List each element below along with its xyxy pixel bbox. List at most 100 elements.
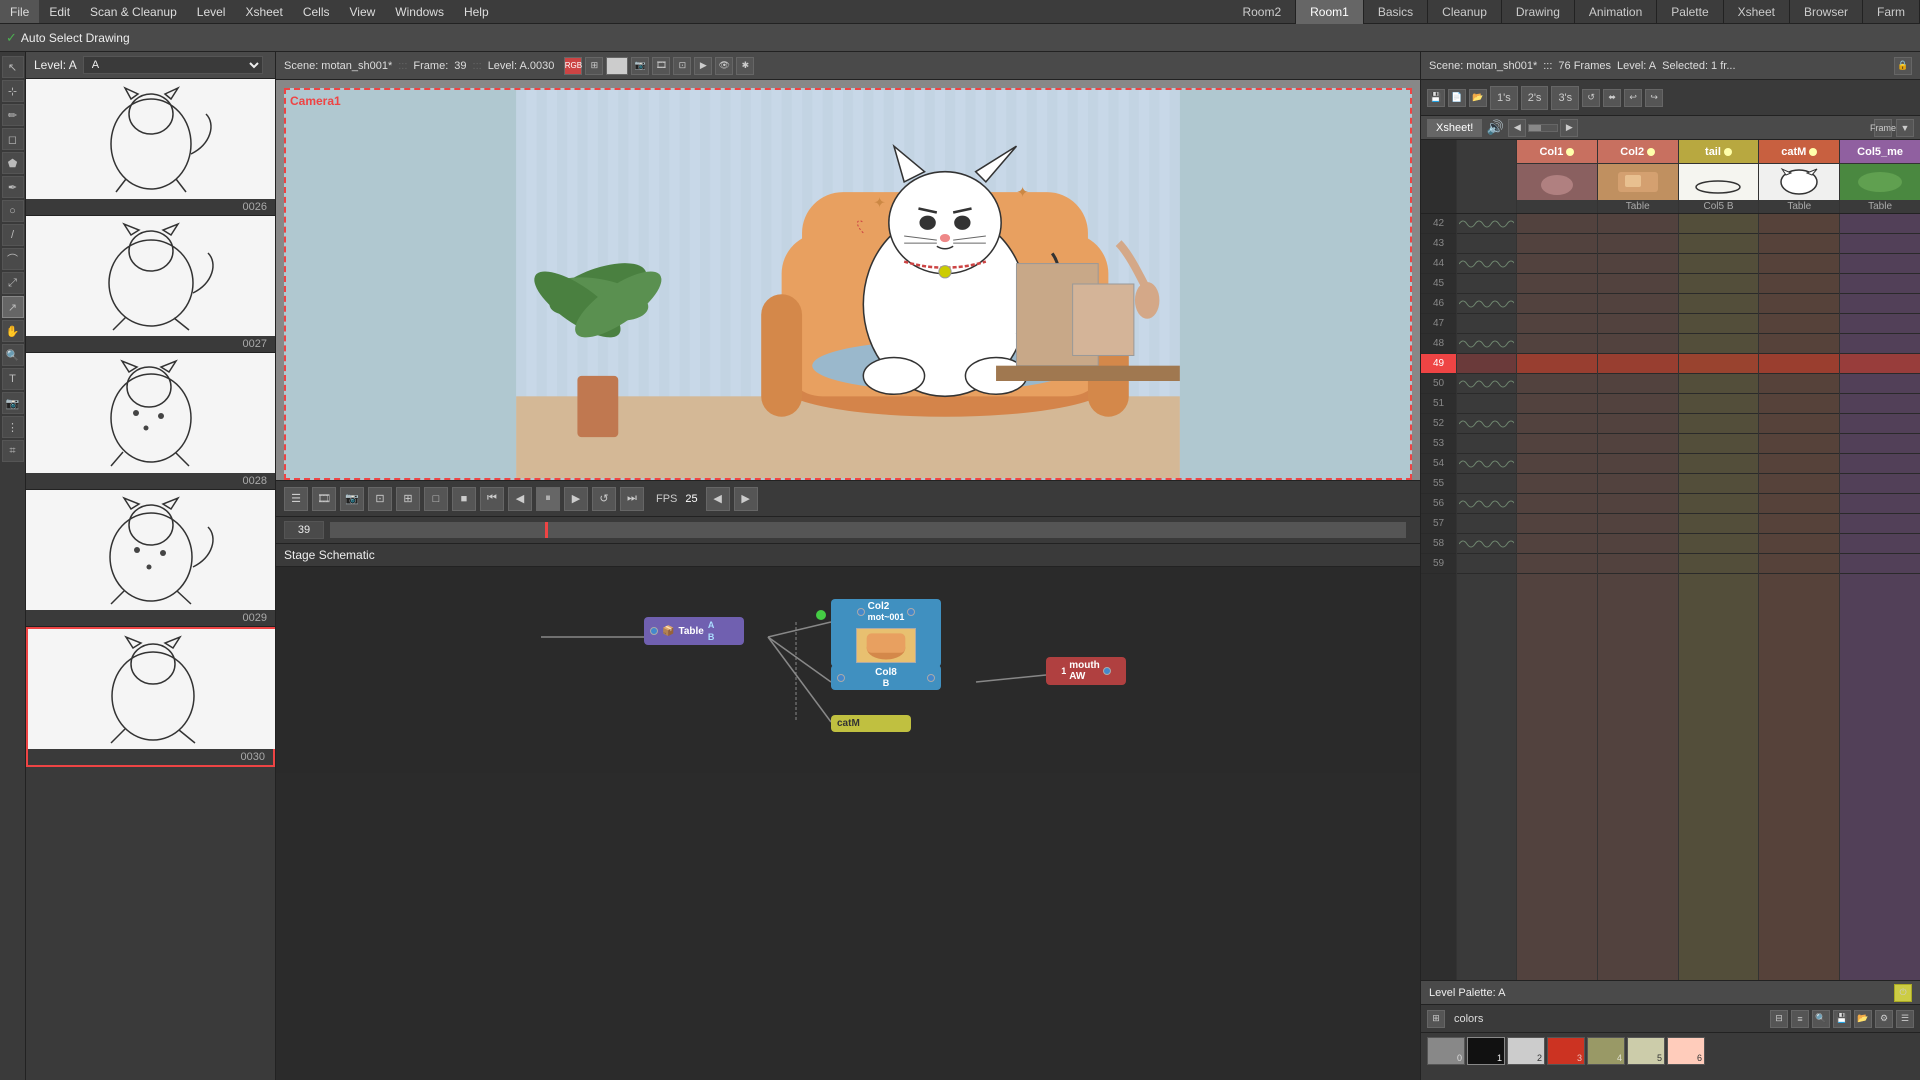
- cell-col2-row50[interactable]: [1598, 374, 1678, 394]
- cell-col4-row48[interactable]: [1759, 334, 1839, 354]
- xsheet-btn-open[interactable]: 📂: [1469, 89, 1487, 107]
- room-tab-room2[interactable]: Room2: [1228, 0, 1296, 24]
- menu-help[interactable]: Help: [454, 0, 499, 23]
- cell-col4-row44[interactable]: [1759, 254, 1839, 274]
- cell-col3-row48[interactable]: [1679, 334, 1759, 354]
- cell-col3-row56[interactable]: [1679, 494, 1759, 514]
- cell-col4-row52[interactable]: [1759, 414, 1839, 434]
- palette-power-icon[interactable]: ⏻: [1894, 984, 1912, 1002]
- xsheet-catm-data[interactable]: [1759, 214, 1840, 980]
- cell-col2-row42[interactable]: [1598, 214, 1678, 234]
- tool-broom[interactable]: ⌗: [2, 440, 24, 462]
- cell-col1-row56[interactable]: [1517, 494, 1597, 514]
- xsheet-frame-mode[interactable]: Frame: [1874, 119, 1892, 137]
- cell-col2-row48[interactable]: [1598, 334, 1678, 354]
- cell-col2-row55[interactable]: [1598, 474, 1678, 494]
- xsheet-btn-icon1[interactable]: ⬌: [1603, 89, 1621, 107]
- menu-level[interactable]: Level: [187, 0, 236, 23]
- cell-col2-row57[interactable]: [1598, 514, 1678, 534]
- node-col2-mot[interactable]: Col2 mot~001: [831, 599, 941, 667]
- cell-col4-row54[interactable]: [1759, 454, 1839, 474]
- node-mouth[interactable]: 1 mouth AW: [1046, 657, 1126, 685]
- pb-square-btn[interactable]: □: [424, 487, 448, 511]
- tool-zoom[interactable]: 🔍: [2, 344, 24, 366]
- xsheet-twos[interactable]: 2's: [1521, 86, 1549, 110]
- cell-col5-row56[interactable]: [1840, 494, 1920, 514]
- cell-col2-row45[interactable]: [1598, 274, 1678, 294]
- tool-arrow[interactable]: ↖: [2, 56, 24, 78]
- xsheet-btn-icon2[interactable]: ↩: [1624, 89, 1642, 107]
- cell-col2-row51[interactable]: [1598, 394, 1678, 414]
- frame-scrubber[interactable]: [330, 522, 1406, 538]
- cell-col4-row49[interactable]: [1759, 354, 1839, 374]
- swatch-3[interactable]: 3: [1547, 1037, 1585, 1065]
- room-tab-palette[interactable]: Palette: [1657, 0, 1723, 24]
- xsheet-lock-icon[interactable]: 🔒: [1894, 57, 1912, 75]
- level-select[interactable]: A: [83, 56, 263, 74]
- cell-col1-row53[interactable]: [1517, 434, 1597, 454]
- cell-col5-row59[interactable]: [1840, 554, 1920, 574]
- cell-col2-row49[interactable]: [1598, 354, 1678, 374]
- xsheet-col1-data[interactable]: [1517, 214, 1598, 980]
- cell-col2-row58[interactable]: [1598, 534, 1678, 554]
- menu-view[interactable]: View: [339, 0, 385, 23]
- thumbnail-0029[interactable]: 0029: [26, 490, 275, 627]
- cell-col5-row48[interactable]: [1840, 334, 1920, 354]
- palette-tool-menu[interactable]: ☰: [1896, 1010, 1914, 1028]
- cell-col3-row51[interactable]: [1679, 394, 1759, 414]
- node-table[interactable]: 📦 Table A B: [644, 617, 744, 645]
- cell-col3-row42[interactable]: [1679, 214, 1759, 234]
- cell-col1-row54[interactable]: [1517, 454, 1597, 474]
- node-catm[interactable]: catM: [831, 715, 911, 732]
- swatch-2[interactable]: 2: [1507, 1037, 1545, 1065]
- tool-pointer[interactable]: ↗: [2, 296, 24, 318]
- cell-col5-row49[interactable]: [1840, 354, 1920, 374]
- cell-col5-row44[interactable]: [1840, 254, 1920, 274]
- room-tab-basics[interactable]: Basics: [1364, 0, 1428, 24]
- xsheet-btn-save[interactable]: 💾: [1427, 89, 1445, 107]
- cell-col1-row44[interactable]: [1517, 254, 1597, 274]
- cell-col3-row59[interactable]: [1679, 554, 1759, 574]
- cell-col4-row45[interactable]: [1759, 274, 1839, 294]
- pb-first-btn[interactable]: ⏮: [480, 487, 504, 511]
- cell-col5-row51[interactable]: [1840, 394, 1920, 414]
- tool-camera[interactable]: 📷: [2, 392, 24, 414]
- xsheet-frame-dropdown[interactable]: ▼: [1896, 119, 1914, 137]
- cell-col5-row45[interactable]: [1840, 274, 1920, 294]
- cell-col3-row46[interactable]: [1679, 294, 1759, 314]
- pb-play-btn[interactable]: ▶: [564, 487, 588, 511]
- palette-tool-save[interactable]: 💾: [1833, 1010, 1851, 1028]
- room-tab-cleanup[interactable]: Cleanup: [1428, 0, 1502, 24]
- cell-col4-row50[interactable]: [1759, 374, 1839, 394]
- swatch-6[interactable]: 6: [1667, 1037, 1705, 1065]
- pb-settings-btn[interactable]: ⊡: [368, 487, 392, 511]
- cell-col3-row52[interactable]: [1679, 414, 1759, 434]
- cell-col5-row50[interactable]: [1840, 374, 1920, 394]
- xsheet-threes[interactable]: 3's: [1551, 86, 1579, 110]
- room-tab-drawing[interactable]: Drawing: [1502, 0, 1575, 24]
- tool-bender[interactable]: ⌒: [2, 248, 24, 270]
- icon-cam3[interactable]: ⊡: [673, 57, 691, 75]
- icon-eye[interactable]: 👁: [715, 57, 733, 75]
- cell-col3-row54[interactable]: [1679, 454, 1759, 474]
- node-col8[interactable]: Col8 B: [831, 665, 941, 690]
- cell-col4-row43[interactable]: [1759, 234, 1839, 254]
- room-tab-room1[interactable]: Room1: [1296, 0, 1364, 24]
- cell-col1-row59[interactable]: [1517, 554, 1597, 574]
- cell-col5-row57[interactable]: [1840, 514, 1920, 534]
- cell-col5-row58[interactable]: [1840, 534, 1920, 554]
- xsheet-col2-data[interactable]: [1598, 214, 1679, 980]
- cell-col3-row45[interactable]: [1679, 274, 1759, 294]
- cell-col2-row47[interactable]: [1598, 314, 1678, 334]
- pb-fill-btn[interactable]: ■: [452, 487, 476, 511]
- tool-plastic[interactable]: ⋮: [2, 416, 24, 438]
- room-tab-xsheet[interactable]: Xsheet: [1724, 0, 1790, 24]
- cell-col4-row58[interactable]: [1759, 534, 1839, 554]
- xsheet-tail-data[interactable]: [1679, 214, 1760, 980]
- cell-col1-row42[interactable]: [1517, 214, 1597, 234]
- cell-col3-row53[interactable]: [1679, 434, 1759, 454]
- icon-fx[interactable]: ✱: [736, 57, 754, 75]
- palette-tool-tiles[interactable]: ⊟: [1770, 1010, 1788, 1028]
- cell-col5-row52[interactable]: [1840, 414, 1920, 434]
- cell-col1-row57[interactable]: [1517, 514, 1597, 534]
